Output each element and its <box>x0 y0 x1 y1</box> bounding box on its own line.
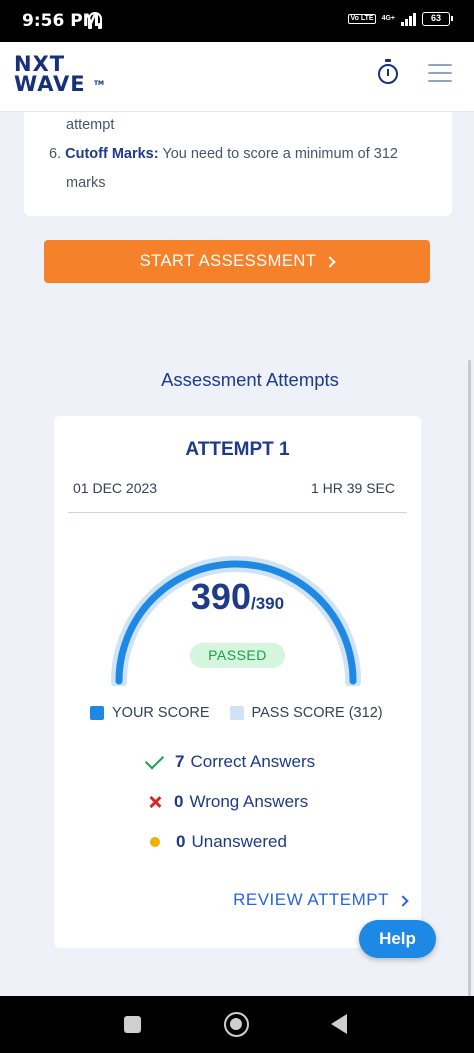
wrong-label: Wrong Answers <box>189 792 309 811</box>
instruction-text-cont: marks <box>66 175 106 191</box>
hamburger-menu-icon[interactable] <box>428 64 452 84</box>
unanswered-label: Unanswered <box>191 832 287 851</box>
attempt-card: ATTEMPT 1 01 DEC 2023 1 HR 39 SEC 390/39… <box>54 416 421 948</box>
instruction-title: Cutoff Marks: <box>65 146 159 162</box>
app-header: NXT WAVE TM <box>0 42 474 112</box>
signal-icon <box>401 12 416 26</box>
volte-icon: Vo LTE <box>348 14 376 24</box>
logo-tm: TM <box>93 80 105 87</box>
network-type: 4G+ <box>381 15 395 22</box>
stopwatch-icon[interactable] <box>378 59 398 84</box>
android-nav-bar <box>0 996 474 1053</box>
headset-icon <box>88 12 102 29</box>
chevron-right-icon <box>324 256 337 268</box>
start-assessment-label: START ASSESSMENT <box>139 252 317 270</box>
score-total: /390 <box>250 594 285 613</box>
divider <box>68 512 407 513</box>
wrong-count: 0 <box>174 792 184 811</box>
legend-your-score-label: YOUR SCORE <box>112 705 210 721</box>
home-icon[interactable] <box>224 1012 249 1037</box>
legend-swatch-your-score <box>90 706 104 720</box>
battery-icon: 63 <box>422 12 453 26</box>
chevron-right-icon <box>397 894 409 907</box>
attempt-duration: 1 HR 39 SEC <box>310 480 395 496</box>
attempt-date: 01 DEC 2023 <box>73 480 158 496</box>
score-legend: YOUR SCORE PASS SCORE (312) <box>90 705 403 721</box>
dot-icon <box>150 837 160 847</box>
legend-pass-score: PASS SCORE (312) <box>229 705 383 721</box>
start-assessment-button[interactable]: START ASSESSMENT <box>44 240 430 283</box>
logo-line1: NXT <box>14 52 66 76</box>
unanswered-count: 0 <box>176 832 186 851</box>
score-display: 390/390 <box>54 576 421 618</box>
stat-correct: 7 Correct Answers <box>144 750 316 772</box>
help-button[interactable]: Help <box>359 920 436 958</box>
back-icon[interactable] <box>331 1014 347 1034</box>
section-title: Assessment Attempts <box>161 369 339 390</box>
logo-line2: WAVE <box>14 72 86 96</box>
review-attempt-link[interactable]: REVIEW ATTEMPT <box>233 890 409 910</box>
nxtwave-logo[interactable]: NXT WAVE TM <box>14 52 105 96</box>
legend-swatch-pass-score <box>229 706 244 720</box>
instruction-partial: attempt <box>66 117 115 133</box>
stat-wrong: 0 Wrong Answers <box>146 792 308 812</box>
check-icon <box>144 750 165 770</box>
attempt-title: ATTEMPT 1 <box>185 439 290 460</box>
instruction-text: You need to score a minimum of 312 <box>162 146 398 162</box>
instruction-item-6: 6. Cutoff Marks: You need to score a min… <box>49 146 398 162</box>
correct-label: Correct Answers <box>190 752 316 771</box>
status-indicators: Vo LTE 4G+ 63 <box>348 12 453 26</box>
recent-apps-icon[interactable] <box>124 1016 141 1033</box>
legend-your-score: YOUR SCORE <box>90 705 210 721</box>
stat-unanswered: 0 Unanswered <box>146 832 287 852</box>
review-attempt-label: REVIEW ATTEMPT <box>233 890 389 909</box>
correct-count: 7 <box>175 752 185 771</box>
cross-icon <box>147 794 163 810</box>
status-bar: 9:56 PM Vo LTE 4G+ 63 <box>0 0 474 42</box>
status-badge: PASSED <box>190 643 285 668</box>
instructions-card: attempt 6. Cutoff Marks: You need to sco… <box>24 112 452 216</box>
scrollbar[interactable] <box>468 360 471 1000</box>
legend-pass-score-label: PASS SCORE (312) <box>251 705 383 721</box>
instruction-number: 6. <box>49 146 62 162</box>
score-value: 390 <box>190 576 251 617</box>
